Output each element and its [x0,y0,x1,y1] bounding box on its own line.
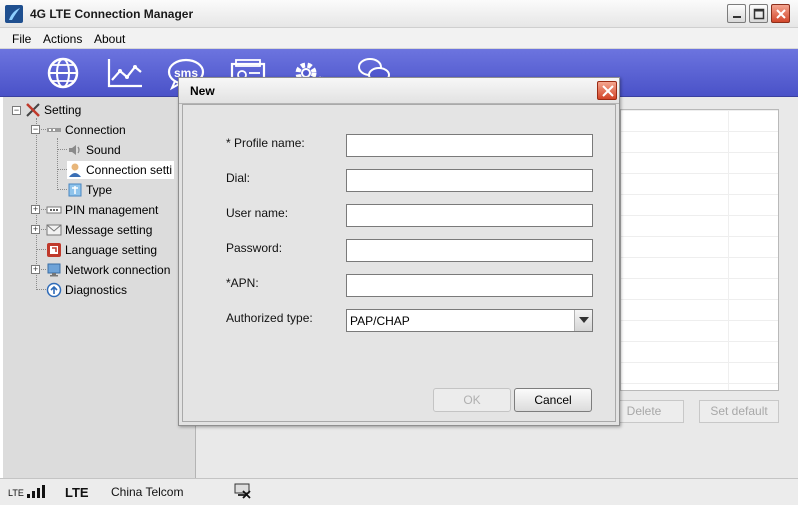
connection-status-icon [234,483,251,499]
tree-item-pin-management[interactable]: PIN management [46,201,158,219]
network-type: LTE [65,485,89,500]
settings-tree-panel: − Setting − Connection Sound Connection … [3,97,196,478]
pin-icon [46,206,62,214]
maximize-button[interactable] [749,4,768,23]
user-name-input[interactable] [346,204,593,227]
tree-label-connection: Connection [65,123,126,137]
tree-label-diagnostics: Diagnostics [65,283,128,297]
toolbar-internet-button[interactable] [44,55,84,91]
chevron-down-icon [579,317,589,323]
tree-item-language-setting[interactable]: Language setting [46,241,157,259]
expander-message-setting[interactable]: + [31,225,40,234]
minimize-icon [733,16,741,18]
tools-icon [26,103,40,117]
tree-item-setting[interactable]: Setting [25,101,81,119]
new-profile-dialog: New * Profile name: Dial: User name: Pas… [178,77,620,426]
dial-label: Dial: [226,171,251,185]
authorized-type-select[interactable]: PAP/CHAP [346,309,593,332]
dialog-title: New [190,84,215,98]
dialog-title-bar[interactable]: New [179,78,619,104]
expander-network-connection[interactable]: + [31,265,40,274]
tree-label-setting: Setting [44,103,82,117]
minimize-button[interactable] [727,4,746,23]
dropdown-arrow[interactable] [574,310,592,331]
signal-strength-icon [27,485,45,498]
monitor-icon [47,263,61,277]
tree-item-sound[interactable]: Sound [67,141,121,159]
title-bar: 4G LTE Connection Manager [0,0,798,28]
close-icon [602,85,614,97]
menu-file[interactable]: File [12,32,31,46]
profile-list[interactable] [620,109,779,391]
tree-label-network-connection: Network connection [65,263,171,277]
tree-label-connection-settings: Connection setti [86,163,173,177]
type-icon [68,183,82,197]
tree-label-language-setting: Language setting [65,243,158,257]
authorized-type-value: PAP/CHAP [350,314,410,328]
maximize-icon [753,8,765,20]
expander-pin-management[interactable]: + [31,205,40,214]
dialog-body: * Profile name: Dial: User name: Passwor… [182,104,616,422]
tree-item-connection[interactable]: Connection [46,121,126,139]
expander-connection[interactable]: − [31,125,40,134]
statistics-icon [107,59,142,88]
connection-icon [47,128,61,132]
profile-name-input[interactable] [346,134,593,157]
tree-item-type[interactable]: Type [67,181,112,199]
authorized-type-label: Authorized type: [226,311,313,325]
menu-about[interactable]: About [94,32,125,46]
tree-item-network-connection[interactable]: Network connection [46,261,170,279]
signal-label: LTE [8,488,24,498]
status-bar: LTE LTE China Telcom [0,478,798,505]
tree-item-connection-settings[interactable]: Connection setti [67,161,175,179]
password-label: Password: [226,241,283,255]
dial-input[interactable] [346,169,593,192]
diagnostics-icon [46,282,62,298]
expander-setting[interactable]: − [12,106,21,115]
tree-item-diagnostics[interactable]: Diagnostics [46,281,127,299]
language-icon [47,243,61,257]
user-name-label: User name: [226,206,289,220]
tree-label-pin-management: PIN management [65,203,159,217]
operator-name: China Telcom [111,485,184,499]
toolbar-statistics-button[interactable] [105,55,145,91]
globe-icon [47,57,79,89]
close-icon [776,9,786,19]
app-logo-icon [5,5,23,23]
ok-button[interactable]: OK [433,388,511,412]
password-input[interactable] [346,239,593,262]
message-icon [46,224,62,236]
close-button[interactable] [771,4,790,23]
set-default-button[interactable]: Set default [699,400,779,423]
menu-bar: File Actions About [0,28,798,49]
apn-label: *APN: [226,276,259,290]
tree-item-message-setting[interactable]: Message setting [46,221,152,239]
speaker-icon [69,145,80,155]
tree-label-message-setting: Message setting [65,223,153,237]
cancel-button[interactable]: Cancel [514,388,592,412]
apn-input[interactable] [346,274,593,297]
user-icon [69,163,81,177]
window-title: 4G LTE Connection Manager [30,7,194,21]
dialog-close-button[interactable] [597,81,617,100]
tree-label-type: Type [86,183,113,197]
profile-name-label: * Profile name: [226,136,305,150]
menu-actions[interactable]: Actions [43,32,82,46]
tree-label-sound: Sound [86,143,121,157]
